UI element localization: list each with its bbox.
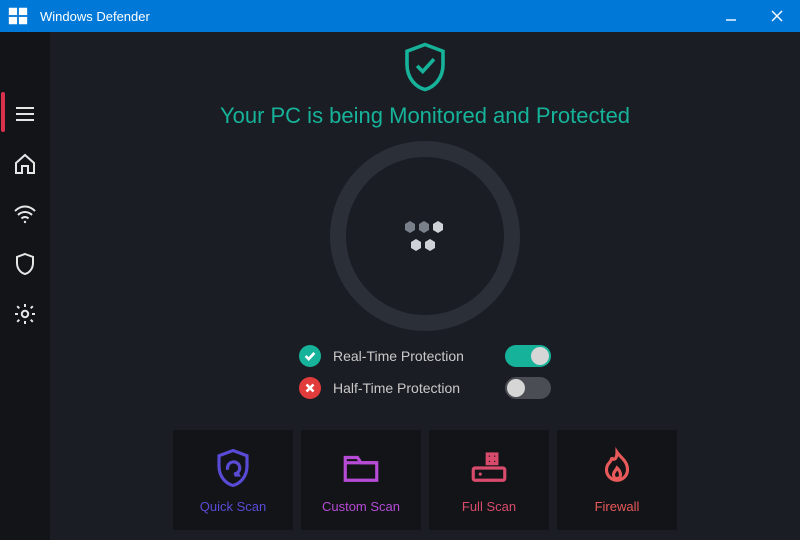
status-headline: Your PC is being Monitored and Protected — [220, 103, 630, 129]
shield-refresh-icon — [212, 447, 254, 489]
drive-icon — [468, 447, 510, 489]
minimize-button[interactable] — [708, 0, 754, 32]
sidebar-item-menu[interactable] — [5, 94, 45, 134]
sidebar-item-settings[interactable] — [5, 294, 45, 334]
firewall-label: Firewall — [595, 499, 640, 514]
sidebar — [0, 32, 50, 540]
home-icon — [13, 152, 37, 176]
shield-icon — [13, 252, 37, 276]
realtime-protection-row: Real-Time Protection — [299, 345, 551, 367]
window-title: Windows Defender — [36, 9, 708, 24]
sidebar-item-wifi[interactable] — [5, 194, 45, 234]
sidebar-active-indicator — [1, 92, 5, 132]
full-scan-button[interactable]: Full Scan — [429, 430, 549, 530]
flame-icon — [596, 447, 638, 489]
custom-scan-button[interactable]: Custom Scan — [301, 430, 421, 530]
main-panel: Your PC is being Monitored and Protected… — [50, 32, 800, 540]
realtime-protection-label: Real-Time Protection — [333, 348, 493, 364]
firewall-button[interactable]: Firewall — [557, 430, 677, 530]
titlebar: Windows Defender — [0, 0, 800, 32]
folder-icon — [340, 447, 382, 489]
full-scan-label: Full Scan — [462, 499, 516, 514]
halftime-protection-label: Half-Time Protection — [333, 380, 493, 396]
action-cards: Quick Scan Custom Scan Full Scan Firewal… — [50, 430, 800, 530]
check-circle-icon — [299, 345, 321, 367]
halftime-protection-toggle[interactable] — [505, 377, 551, 399]
x-circle-icon — [299, 377, 321, 399]
halftime-protection-row: Half-Time Protection — [299, 377, 551, 399]
custom-scan-label: Custom Scan — [322, 499, 400, 514]
quick-scan-button[interactable]: Quick Scan — [173, 430, 293, 530]
wifi-icon — [13, 202, 37, 226]
protection-toggles: Real-Time Protection Half-Time Protectio… — [299, 345, 551, 399]
realtime-protection-toggle[interactable] — [505, 345, 551, 367]
progress-ring — [330, 141, 520, 331]
loading-hex-icon — [330, 141, 520, 331]
gear-icon — [13, 302, 37, 326]
close-button[interactable] — [754, 0, 800, 32]
menu-icon — [13, 102, 37, 126]
quick-scan-label: Quick Scan — [200, 499, 266, 514]
windows-logo-icon — [0, 0, 36, 32]
sidebar-item-shield[interactable] — [5, 244, 45, 284]
status-shield-icon — [398, 40, 452, 99]
sidebar-item-home[interactable] — [5, 144, 45, 184]
